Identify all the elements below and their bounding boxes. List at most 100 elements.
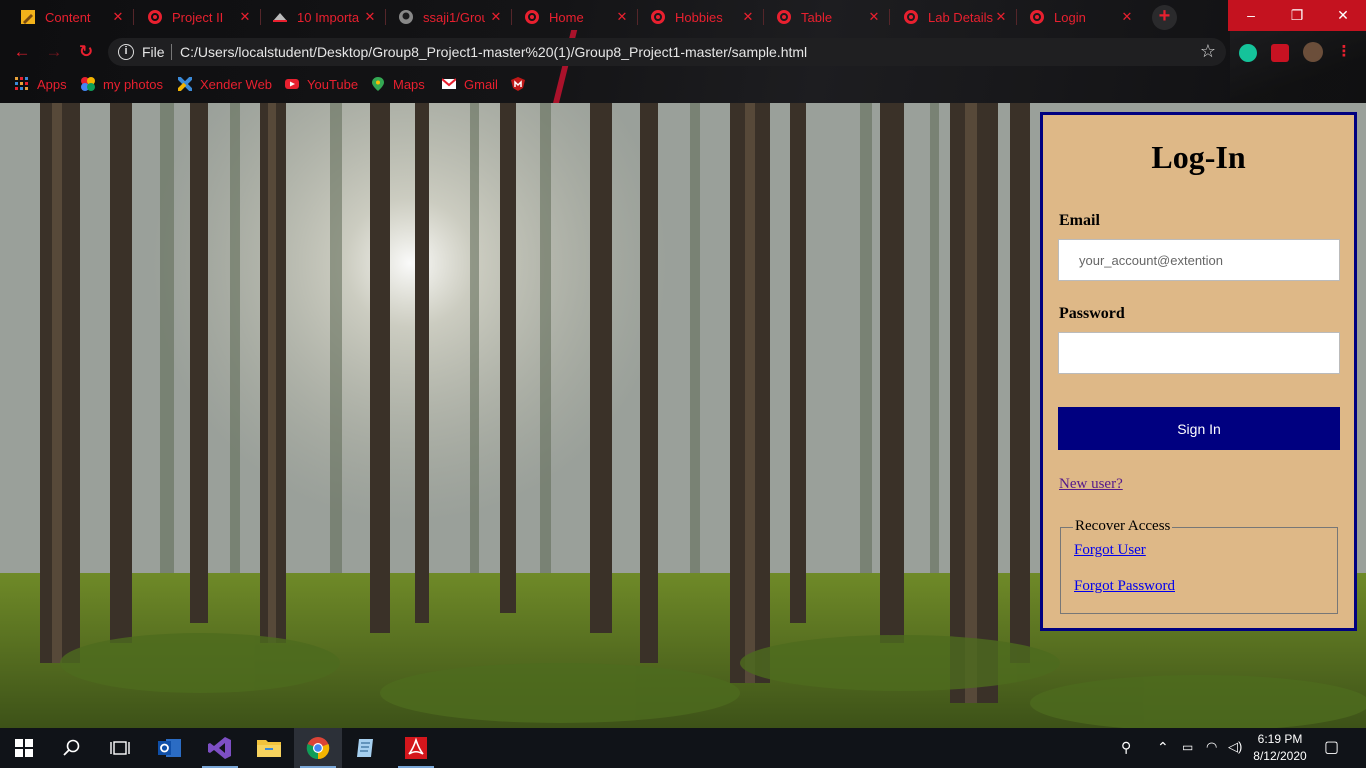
battery-icon[interactable]: ▭ [1182, 740, 1193, 754]
extensions-puzzle-icon[interactable] [1271, 44, 1289, 62]
chrome-icon [1029, 9, 1045, 25]
system-clock[interactable]: 6:19 PM 8/12/2020 [1250, 731, 1310, 765]
login-panel: Log-In Email Password Sign In New user? … [1040, 112, 1357, 631]
tab-title: Hobbies [675, 9, 723, 25]
avatar[interactable] [1303, 42, 1323, 62]
search-icon[interactable] [48, 728, 96, 768]
bookmark-label: Maps [393, 76, 425, 92]
gmail-icon [442, 78, 456, 89]
address-bar[interactable]: i File C:/Users/localstudent/Desktop/Gro… [108, 38, 1226, 66]
tab-strip: Content ✕ Project II ✕ 10 Importa ✕ ssaj… [0, 0, 1230, 34]
close-icon[interactable]: ✕ [110, 9, 126, 25]
apps-grid-icon [15, 77, 28, 90]
tab-title: Login [1054, 9, 1086, 25]
github-icon [398, 9, 414, 25]
window-controls: – ❐ ✕ [1228, 0, 1366, 31]
tab-10-important[interactable]: 10 Importa ✕ [252, 0, 386, 34]
bookmark-xender-web[interactable]: Xender Web [178, 76, 272, 92]
password-field[interactable] [1058, 332, 1340, 374]
chrome-icon [650, 9, 666, 25]
chrome-icon [524, 9, 540, 25]
tab-github[interactable]: ssaji1/Grou ✕ [378, 0, 512, 34]
bookmark-youtube[interactable]: YouTube [285, 76, 358, 92]
bookmark-label: Xender Web [200, 76, 273, 92]
chrome-icon [776, 9, 792, 25]
chevron-up-icon[interactable]: ⌃ [1157, 739, 1169, 756]
recover-access-fieldset: Recover Access Forgot User Forgot Passwo… [1060, 518, 1338, 614]
acrobat-icon[interactable] [392, 728, 440, 768]
bookmark-gmail[interactable]: Gmail [442, 76, 498, 92]
minimize-button[interactable]: – [1228, 0, 1274, 31]
bookmark-label: YouTube [307, 76, 359, 92]
bookmarks-bar: Apps my photos Xender Web YouTube Maps G… [0, 72, 1366, 96]
notepad-icon[interactable] [342, 728, 390, 768]
maps-icon [372, 77, 384, 91]
page-viewport: Log-In Email Password Sign In New user? … [0, 103, 1366, 728]
close-icon[interactable]: ✕ [362, 9, 378, 25]
chrome-icon[interactable] [294, 728, 342, 768]
tab-lab-details[interactable]: Lab Details ✕ [883, 0, 1017, 34]
people-icon[interactable]: ⚲ [1121, 739, 1131, 756]
wifi-icon[interactable]: ◠ [1206, 739, 1217, 755]
back-arrow-icon[interactable]: ← [12, 42, 32, 62]
tab-hobbies[interactable]: Hobbies ✕ [630, 0, 764, 34]
info-icon[interactable]: i [118, 44, 134, 60]
chrome-icon [147, 9, 163, 25]
restore-button[interactable]: ❐ [1274, 0, 1320, 31]
outlook-icon[interactable] [146, 728, 194, 768]
volume-icon[interactable]: ◁) [1228, 739, 1242, 755]
url-text[interactable]: C:/Users/localstudent/Desktop/Group8_Pro… [180, 44, 807, 60]
new-user-link[interactable]: New user? [1059, 476, 1123, 493]
photos-icon [81, 77, 95, 91]
reload-icon[interactable]: ↻ [76, 42, 96, 62]
windows-start-icon[interactable] [0, 728, 48, 768]
bookmark-mcafee[interactable] [511, 76, 533, 92]
forgot-password-link[interactable]: Forgot Password [1074, 578, 1175, 595]
close-icon[interactable]: ✕ [237, 9, 253, 25]
tab-title: Project II [172, 9, 224, 25]
password-label: Password [1059, 305, 1125, 322]
xender-icon [178, 77, 192, 91]
forward-arrow-icon[interactable]: → [44, 42, 64, 62]
tab-title: Lab Details [928, 9, 994, 25]
tab-title: Content [45, 9, 91, 25]
visual-studio-icon[interactable] [196, 728, 244, 768]
tab-login[interactable]: Login ✕ [1009, 0, 1143, 34]
bookmark-apps[interactable]: Apps [15, 76, 67, 92]
pencil-icon [20, 9, 36, 25]
tab-title: ssaji1/Grou [423, 9, 485, 25]
youtube-icon [285, 79, 299, 89]
file-explorer-icon[interactable] [245, 728, 293, 768]
tab-title: Home [549, 9, 584, 25]
chrome-icon [903, 9, 919, 25]
close-icon[interactable]: ✕ [740, 9, 756, 25]
tab-home[interactable]: Home ✕ [504, 0, 638, 34]
tab-table[interactable]: Table ✕ [756, 0, 890, 34]
bookmark-maps[interactable]: Maps [371, 76, 425, 92]
bookmark-label: Apps [37, 76, 67, 92]
bookmark-label: Gmail [464, 76, 498, 92]
clock-time: 6:19 PM [1257, 732, 1303, 746]
bookmark-star-icon[interactable]: ☆ [1200, 41, 1216, 62]
menu-kebab-icon[interactable]: ⋮ [1334, 42, 1354, 62]
sign-in-button[interactable]: Sign In [1058, 407, 1340, 450]
notifications-icon[interactable]: ▢ [1324, 737, 1339, 757]
close-window-button[interactable]: ✕ [1320, 0, 1366, 31]
close-icon[interactable]: ✕ [1119, 9, 1135, 25]
recover-access-legend: Recover Access [1073, 518, 1173, 535]
tab-project-ii[interactable]: Project II ✕ [127, 0, 261, 34]
email-field[interactable] [1058, 239, 1340, 281]
task-view-icon[interactable] [96, 728, 144, 768]
close-icon[interactable]: ✕ [866, 9, 882, 25]
bookmark-my-photos[interactable]: my photos [81, 76, 163, 92]
grammarly-icon[interactable] [1239, 44, 1257, 62]
page-title: Log-In [1151, 139, 1246, 175]
clock-date: 8/12/2020 [1253, 749, 1307, 763]
new-tab-button[interactable]: + [1152, 5, 1177, 30]
forgot-user-link[interactable]: Forgot User [1074, 542, 1146, 559]
close-icon[interactable]: ✕ [614, 9, 630, 25]
close-icon[interactable]: ✕ [993, 9, 1009, 25]
tab-content[interactable]: Content ✕ [0, 0, 134, 34]
mcafee-icon [511, 77, 525, 91]
close-icon[interactable]: ✕ [488, 9, 504, 25]
